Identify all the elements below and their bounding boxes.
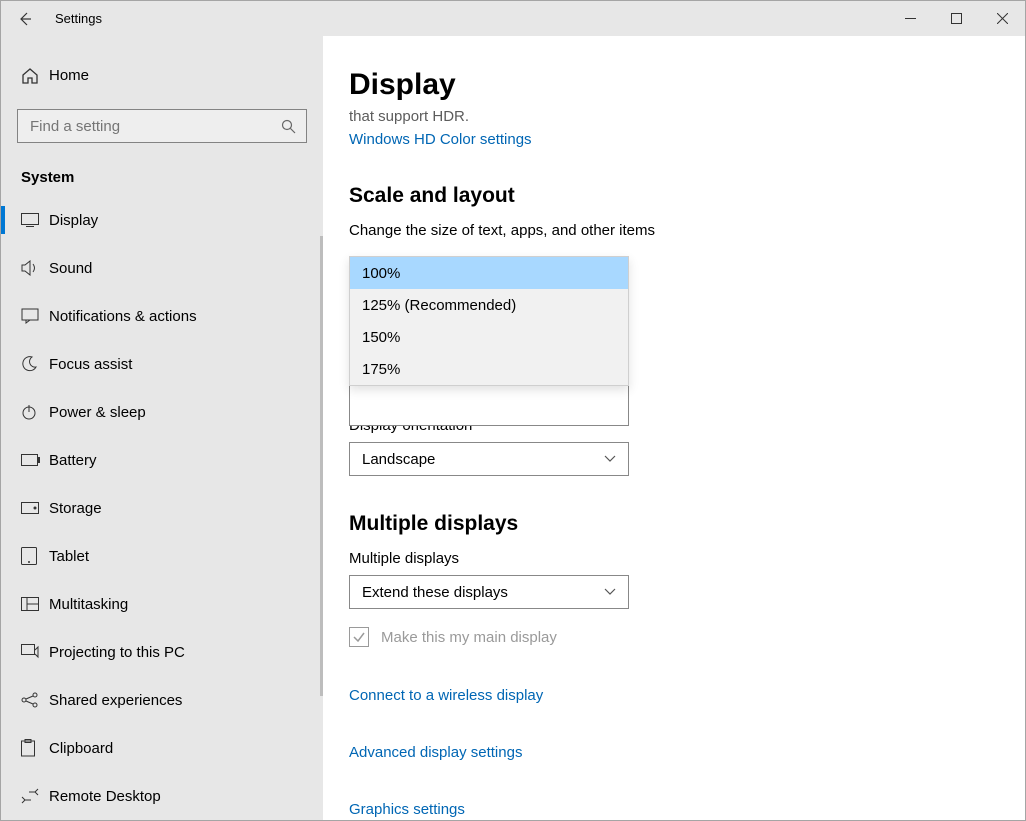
sound-icon (21, 260, 49, 276)
settings-window: Settings Home (0, 0, 1026, 821)
scale-option-125[interactable]: 125% (Recommended) (350, 289, 628, 321)
remote-desktop-icon (21, 788, 49, 804)
sidebar-item-label: Clipboard (49, 740, 113, 757)
scale-layout-heading: Scale and layout (349, 184, 1025, 208)
advanced-display-settings-link[interactable]: Advanced display settings (349, 744, 1025, 761)
maximize-icon (951, 13, 962, 24)
sidebar-home-label: Home (49, 67, 89, 84)
sidebar-item-label: Sound (49, 260, 92, 277)
checkbox-icon (349, 627, 369, 647)
sidebar-item-display[interactable]: Display (1, 196, 323, 244)
search-input[interactable] (28, 117, 281, 136)
scale-dropdown-open[interactable]: 100% 125% (Recommended) 150% 175% (349, 256, 629, 386)
graphics-settings-link[interactable]: Graphics settings (349, 801, 1025, 818)
power-icon (21, 404, 49, 420)
multiple-displays-label: Multiple displays (349, 550, 1025, 567)
window-title: Settings (55, 11, 102, 26)
scale-size-label: Change the size of text, apps, and other… (349, 222, 1025, 239)
sidebar-item-sound[interactable]: Sound (1, 244, 323, 292)
clipboard-icon (21, 739, 49, 757)
connect-wireless-display-link[interactable]: Connect to a wireless display (349, 687, 1025, 704)
chevron-down-icon (604, 588, 616, 596)
sidebar-item-label: Power & sleep (49, 404, 146, 421)
sidebar-item-label: Storage (49, 500, 102, 517)
sidebar: Home System Display Sound (1, 36, 323, 820)
display-icon (21, 213, 49, 227)
sidebar-item-label: Remote Desktop (49, 788, 161, 805)
sidebar-item-focus-assist[interactable]: Focus assist (1, 340, 323, 388)
multiple-displays-heading: Multiple displays (349, 512, 1025, 536)
scale-option-175[interactable]: 175% (350, 353, 628, 385)
sidebar-item-remote-desktop[interactable]: Remote Desktop (1, 772, 323, 820)
page-title: Display (349, 68, 1025, 102)
share-icon (21, 692, 49, 708)
main-display-checkbox: Make this my main display (349, 627, 1025, 647)
tablet-icon (21, 547, 49, 565)
multitasking-icon (21, 597, 49, 611)
hd-color-settings-link[interactable]: Windows HD Color settings (349, 131, 532, 148)
chevron-down-icon (604, 455, 616, 463)
sidebar-item-label: Shared experiences (49, 692, 182, 709)
sidebar-nav: Display Sound Notifications & actions Fo… (1, 196, 323, 820)
sidebar-item-label: Projecting to this PC (49, 644, 185, 661)
multiple-displays-value: Extend these displays (362, 584, 508, 601)
sidebar-item-storage[interactable]: Storage (1, 484, 323, 532)
scale-dropdown-under (349, 386, 629, 426)
minimize-icon (905, 13, 916, 24)
home-icon (21, 67, 49, 85)
sidebar-item-label: Multitasking (49, 596, 128, 613)
titlebar: Settings (1, 1, 1025, 36)
sidebar-home[interactable]: Home (1, 56, 323, 95)
links-stack: Connect to a wireless display Advanced d… (349, 669, 1025, 818)
multiple-displays-dropdown[interactable]: Extend these displays (349, 575, 629, 609)
search-icon (281, 119, 296, 134)
projecting-icon (21, 644, 49, 660)
storage-icon (21, 502, 49, 514)
search-box[interactable] (17, 109, 307, 143)
window-controls (887, 1, 1025, 36)
sidebar-item-label: Focus assist (49, 356, 132, 373)
sidebar-item-label: Display (49, 212, 98, 229)
back-button[interactable] (1, 1, 49, 36)
notification-icon (21, 308, 49, 324)
sidebar-item-shared-experiences[interactable]: Shared experiences (1, 676, 323, 724)
maximize-button[interactable] (933, 1, 979, 36)
scale-option-100[interactable]: 100% (350, 257, 628, 289)
main-content: Display that support HDR. Windows HD Col… (323, 36, 1025, 820)
sidebar-section-label: System (21, 169, 323, 186)
orientation-value: Landscape (362, 451, 435, 468)
orientation-dropdown[interactable]: Landscape (349, 442, 629, 476)
sidebar-item-clipboard[interactable]: Clipboard (1, 724, 323, 772)
sidebar-item-projecting[interactable]: Projecting to this PC (1, 628, 323, 676)
sidebar-item-label: Battery (49, 452, 97, 469)
body: Home System Display Sound (1, 36, 1025, 820)
scale-option-150[interactable]: 150% (350, 321, 628, 353)
sidebar-item-label: Tablet (49, 548, 89, 565)
minimize-button[interactable] (887, 1, 933, 36)
sidebar-item-tablet[interactable]: Tablet (1, 532, 323, 580)
sidebar-item-battery[interactable]: Battery (1, 436, 323, 484)
sidebar-item-label: Notifications & actions (49, 308, 197, 325)
main-display-checkbox-label: Make this my main display (381, 629, 557, 646)
hdr-subtext: that support HDR. (349, 108, 1025, 125)
sidebar-item-power-sleep[interactable]: Power & sleep (1, 388, 323, 436)
close-icon (997, 13, 1008, 24)
sidebar-item-notifications[interactable]: Notifications & actions (1, 292, 323, 340)
moon-icon (21, 356, 49, 372)
arrow-left-icon (17, 11, 33, 27)
battery-icon (21, 454, 49, 466)
sidebar-item-multitasking[interactable]: Multitasking (1, 580, 323, 628)
search-wrap (17, 109, 307, 143)
close-button[interactable] (979, 1, 1025, 36)
